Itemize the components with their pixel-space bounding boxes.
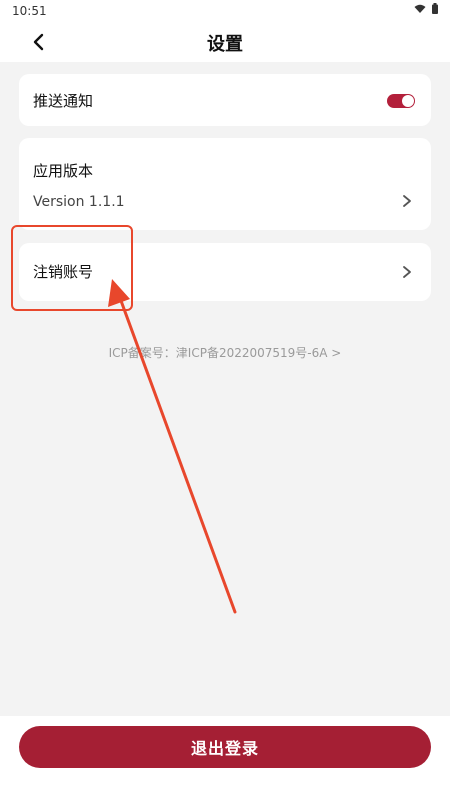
app-version-label: 应用版本 [33,162,94,180]
delete-account-label: 注销账号 [33,263,94,281]
status-icons [414,3,438,14]
delete-account-row[interactable]: 注销账号 [19,243,431,301]
app-version-value: Version 1.1.1 [33,194,125,210]
logout-button[interactable]: 退出登录 [19,726,431,768]
toggle-knob [402,95,414,107]
bottom-bar: 退出登录 [0,716,450,800]
page-title: 设置 [207,34,243,55]
push-notification-row: 推送通知 [19,74,431,126]
top-navigation-bar: 设置 [0,22,450,62]
push-notification-toggle[interactable] [387,94,415,108]
app-version-row[interactable]: 应用版本 Version 1.1.1 [19,138,431,230]
wifi-icon [414,4,426,13]
chevron-right-icon [403,195,411,207]
status-bar: 10:51 [0,0,450,22]
push-notification-label: 推送通知 [33,92,94,110]
battery-icon [432,3,438,14]
status-time: 10:51 [12,4,47,18]
icp-filing-link[interactable]: ICP备案号：津ICP备2022007519号-6A > [0,344,450,361]
chevron-right-icon [403,266,411,278]
